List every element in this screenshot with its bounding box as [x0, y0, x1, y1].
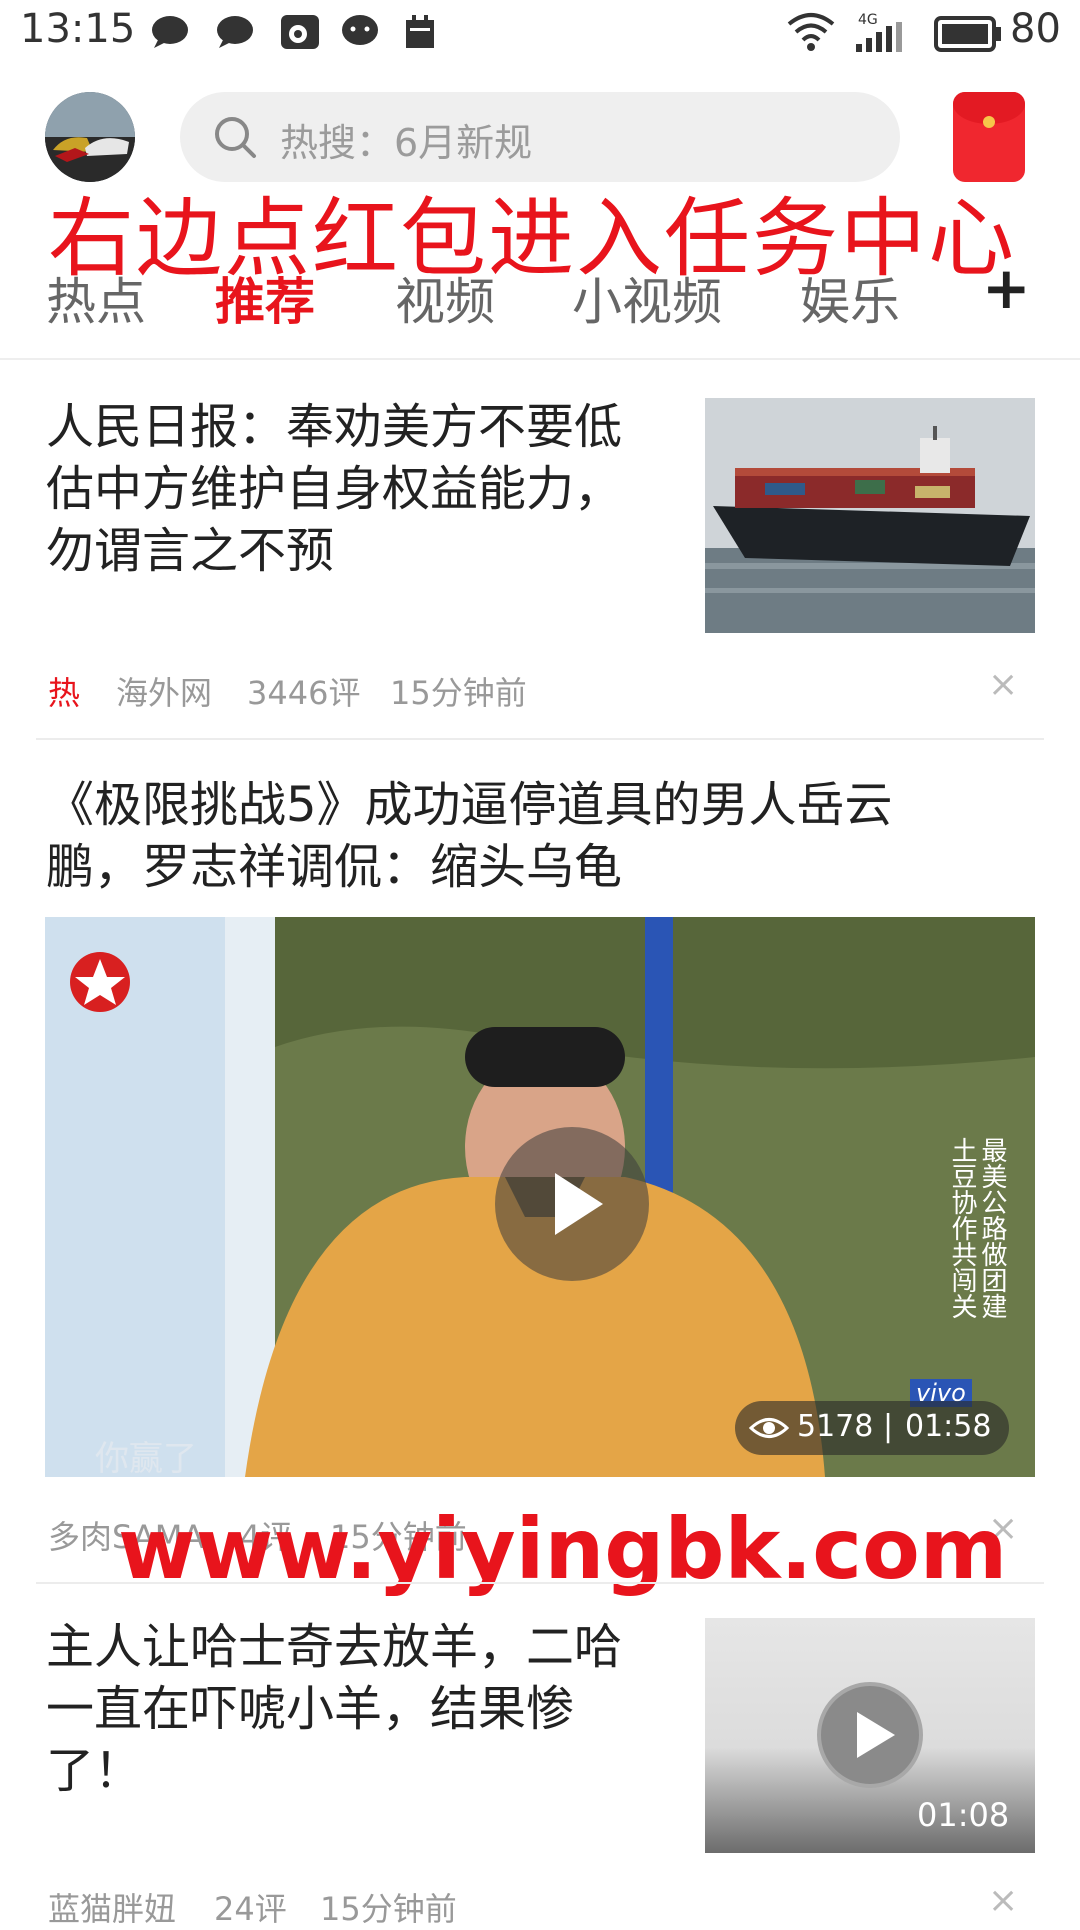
article-comments: 24评 [214, 1890, 287, 1928]
video-duration: 01:58 [905, 1409, 992, 1444]
tab-short-video[interactable]: 小视频 [572, 262, 722, 334]
add-channel-button[interactable]: + [982, 254, 1031, 322]
tab-entertainment[interactable]: 娱乐 [800, 262, 900, 334]
video-player[interactable]: 你赢了 最美公路做团建 土豆协作共闯关 vivo 5178 | 01:58 [45, 917, 1035, 1477]
article-source: 海外网 [116, 674, 213, 712]
wifi-icon [787, 13, 835, 51]
weibo-icon [281, 15, 319, 49]
chat-bubble-icon [217, 16, 253, 48]
article-title-line: 估中方维护自身权益能力， [46, 461, 623, 517]
cargo-ship-image [705, 398, 1035, 633]
article-time: 15分钟前 [320, 1890, 457, 1928]
video-stats: 5178 | 01:58 [735, 1401, 1009, 1455]
signal-icon [856, 22, 902, 52]
eye-icon [749, 1418, 789, 1438]
play-button[interactable] [817, 1682, 923, 1788]
video-title[interactable]: 《极限挑战5》成功逼停道具的男人岳云 鹏，罗志祥调侃：缩头乌龟 [46, 774, 1046, 898]
play-button[interactable] [495, 1127, 649, 1281]
video-title-line: 《极限挑战5》成功逼停道具的男人岳云 [46, 777, 893, 833]
video-caption: 你赢了 [95, 1439, 197, 1477]
dismiss-button[interactable]: × [988, 1880, 1018, 1921]
article-title[interactable]: 人民日报：奉劝美方不要低 估中方维护自身权益能力， 勿谓言之不预 [46, 396, 686, 582]
article-title-line: 勿谓言之不预 [46, 523, 335, 579]
battery-percentage: 80 [1010, 6, 1061, 52]
wechat-icon [342, 15, 378, 45]
calendar-icon [406, 15, 434, 48]
tab-hot[interactable]: 热点 [46, 262, 146, 334]
article-divider [36, 738, 1044, 740]
play-icon [555, 1173, 603, 1235]
battery-icon [934, 16, 1001, 52]
article-title[interactable]: 主人让哈士奇去放羊，二哈 一直在吓唬小羊，结果惨 了！ [46, 1616, 686, 1802]
article-comments: 3446评 [247, 674, 361, 712]
article-thumbnail[interactable] [705, 398, 1035, 633]
article-title-line: 人民日报：奉劝美方不要低 [46, 399, 623, 455]
article-title-line: 主人让哈士奇去放羊，二哈 [46, 1619, 623, 1675]
tab-video[interactable]: 视频 [395, 262, 495, 334]
video-title-line: 鹏，罗志祥调侃：缩头乌龟 [46, 839, 623, 895]
stat-separator: | [883, 1409, 894, 1444]
tab-recommend[interactable]: 推荐 [215, 262, 315, 334]
chat-bubble-icon [152, 16, 188, 48]
tab-divider [0, 358, 1080, 360]
article-divider [36, 1582, 1044, 1584]
status-bar: 13:15 4G 80 [0, 0, 1080, 70]
red-packet-clasp [983, 116, 995, 128]
dismiss-button[interactable]: × [988, 664, 1018, 705]
search-icon [215, 117, 256, 158]
article-title-line: 一直在吓唬小羊，结果惨 [46, 1681, 575, 1737]
play-icon [857, 1712, 895, 1758]
article-time: 15分钟前 [390, 674, 527, 712]
view-count: 5178 [797, 1409, 874, 1444]
video-side-text: 土豆协作共闯关 [947, 1137, 977, 1319]
hot-badge: 热 [48, 674, 81, 712]
search-placeholder: 热搜：6月新规 [280, 121, 533, 165]
video-duration: 01:08 [917, 1796, 1010, 1834]
status-time: 13:15 [20, 6, 136, 52]
article-title-line: 了！ [46, 1743, 143, 1799]
article-source: 蓝猫胖妞 [48, 1890, 177, 1928]
video-thumbnail[interactable]: 01:08 [705, 1618, 1035, 1853]
